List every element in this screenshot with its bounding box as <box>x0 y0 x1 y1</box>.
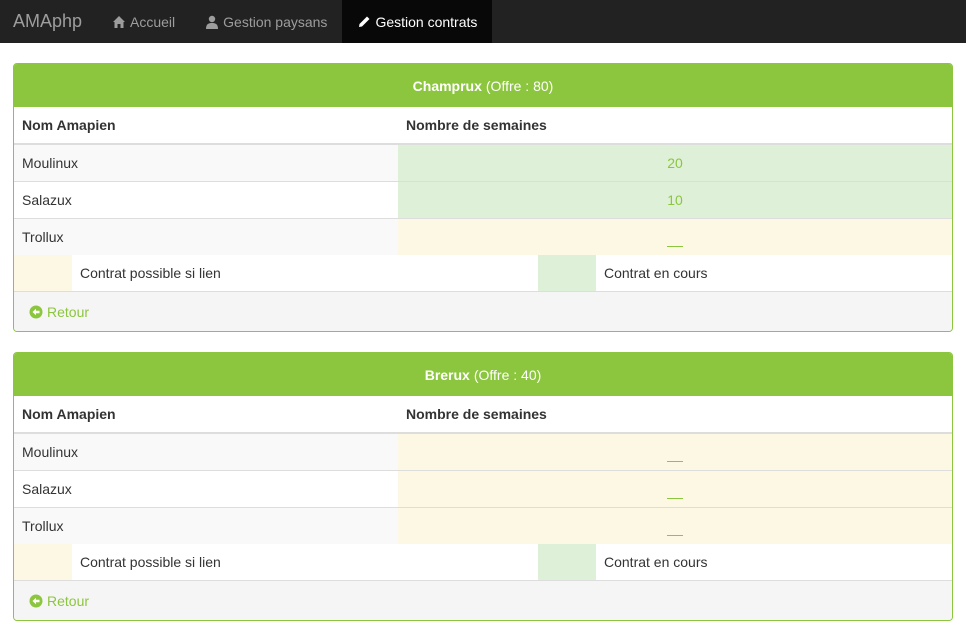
weeks-cell[interactable] <box>398 506 952 544</box>
back-link[interactable]: Retour <box>29 304 89 320</box>
empty-weeks-dash <box>667 534 683 536</box>
back-label: Retour <box>47 592 90 609</box>
member-name: Trollux <box>14 506 398 544</box>
navbar: AMAphp Accueil Gestion paysans Gestion c… <box>0 0 966 43</box>
weeks-cell[interactable] <box>398 217 952 255</box>
back-label: Retour <box>47 303 90 320</box>
farm-name: Champrux <box>412 77 482 94</box>
contracts-table: Nom Amapien Nombre de semaines Moulinux … <box>14 396 952 544</box>
weeks-cell[interactable]: 10 <box>398 180 952 218</box>
legend-label-current: Contrat en cours <box>604 554 708 570</box>
nav-item-label: Gestion paysans <box>223 13 328 30</box>
contracts-table: Nom Amapien Nombre de semaines Moulinux … <box>14 107 952 255</box>
user-icon <box>205 15 219 29</box>
nav-item-label: Gestion contrats <box>375 13 478 30</box>
legend-swatch-possible <box>14 255 72 291</box>
circle-arrow-left-icon <box>29 305 43 319</box>
legend-swatch-current <box>538 544 596 580</box>
farm-offer: (Offre : 40) <box>473 366 542 383</box>
table-header-row: Nom Amapien Nombre de semaines <box>14 396 952 434</box>
panel-footer: Retour <box>14 580 952 620</box>
home-icon <box>112 15 126 29</box>
farm-name: Brerux <box>424 366 470 383</box>
table-row: Trollux <box>14 217 952 255</box>
weeks-cell[interactable]: 20 <box>398 143 952 181</box>
column-header-name: Nom Amapien <box>14 107 398 145</box>
empty-weeks-dash <box>667 460 683 462</box>
weeks-value: 20 <box>667 154 683 171</box>
table-row: Salazux <box>14 469 952 507</box>
table-row: Salazux 10 <box>14 180 952 218</box>
contract-panel: Brerux (Offre : 40) Nom Amapien Nombre d… <box>13 352 953 621</box>
pencil-icon <box>357 15 371 29</box>
member-name: Moulinux <box>14 143 398 181</box>
nav-item-label: Accueil <box>130 13 176 30</box>
table-row: Trollux <box>14 506 952 544</box>
farm-offer: (Offre : 80) <box>485 77 554 94</box>
back-link[interactable]: Retour <box>29 593 89 609</box>
panel-footer: Retour <box>14 291 952 331</box>
weeks-cell[interactable] <box>398 469 952 507</box>
legend-swatch-possible <box>14 544 72 580</box>
nav-item-accueil[interactable]: Accueil <box>97 0 190 43</box>
table-header-row: Nom Amapien Nombre de semaines <box>14 107 952 145</box>
legend-swatch-current <box>538 255 596 291</box>
column-header-name: Nom Amapien <box>14 396 398 434</box>
legend-label-current: Contrat en cours <box>604 265 708 281</box>
member-name: Moulinux <box>14 432 398 470</box>
circle-arrow-left-icon <box>29 594 43 608</box>
empty-weeks-dash <box>667 245 683 247</box>
brand-link[interactable]: AMAphp <box>0 0 97 43</box>
legend: Contrat possible si lien Contrat en cour… <box>14 544 952 580</box>
table-row: Moulinux <box>14 432 952 470</box>
panel-heading: Brerux (Offre : 40) <box>14 353 952 396</box>
nav-item-gestion-contrats[interactable]: Gestion contrats <box>342 0 493 43</box>
member-name: Salazux <box>14 180 398 218</box>
contract-panel: Champrux (Offre : 80) Nom Amapien Nombre… <box>13 63 953 332</box>
member-name: Trollux <box>14 217 398 255</box>
weeks-value: 10 <box>667 191 683 208</box>
empty-weeks-dash <box>667 497 683 499</box>
nav-item-gestion-paysans[interactable]: Gestion paysans <box>190 0 342 43</box>
column-header-weeks: Nombre de semaines <box>398 107 952 145</box>
panel-heading: Champrux (Offre : 80) <box>14 64 952 107</box>
member-name: Salazux <box>14 469 398 507</box>
table-row: Moulinux 20 <box>14 143 952 181</box>
legend: Contrat possible si lien Contrat en cour… <box>14 255 952 291</box>
legend-label-possible: Contrat possible si lien <box>80 265 221 281</box>
column-header-weeks: Nombre de semaines <box>398 396 952 434</box>
legend-label-possible: Contrat possible si lien <box>80 554 221 570</box>
weeks-cell[interactable] <box>398 432 952 470</box>
